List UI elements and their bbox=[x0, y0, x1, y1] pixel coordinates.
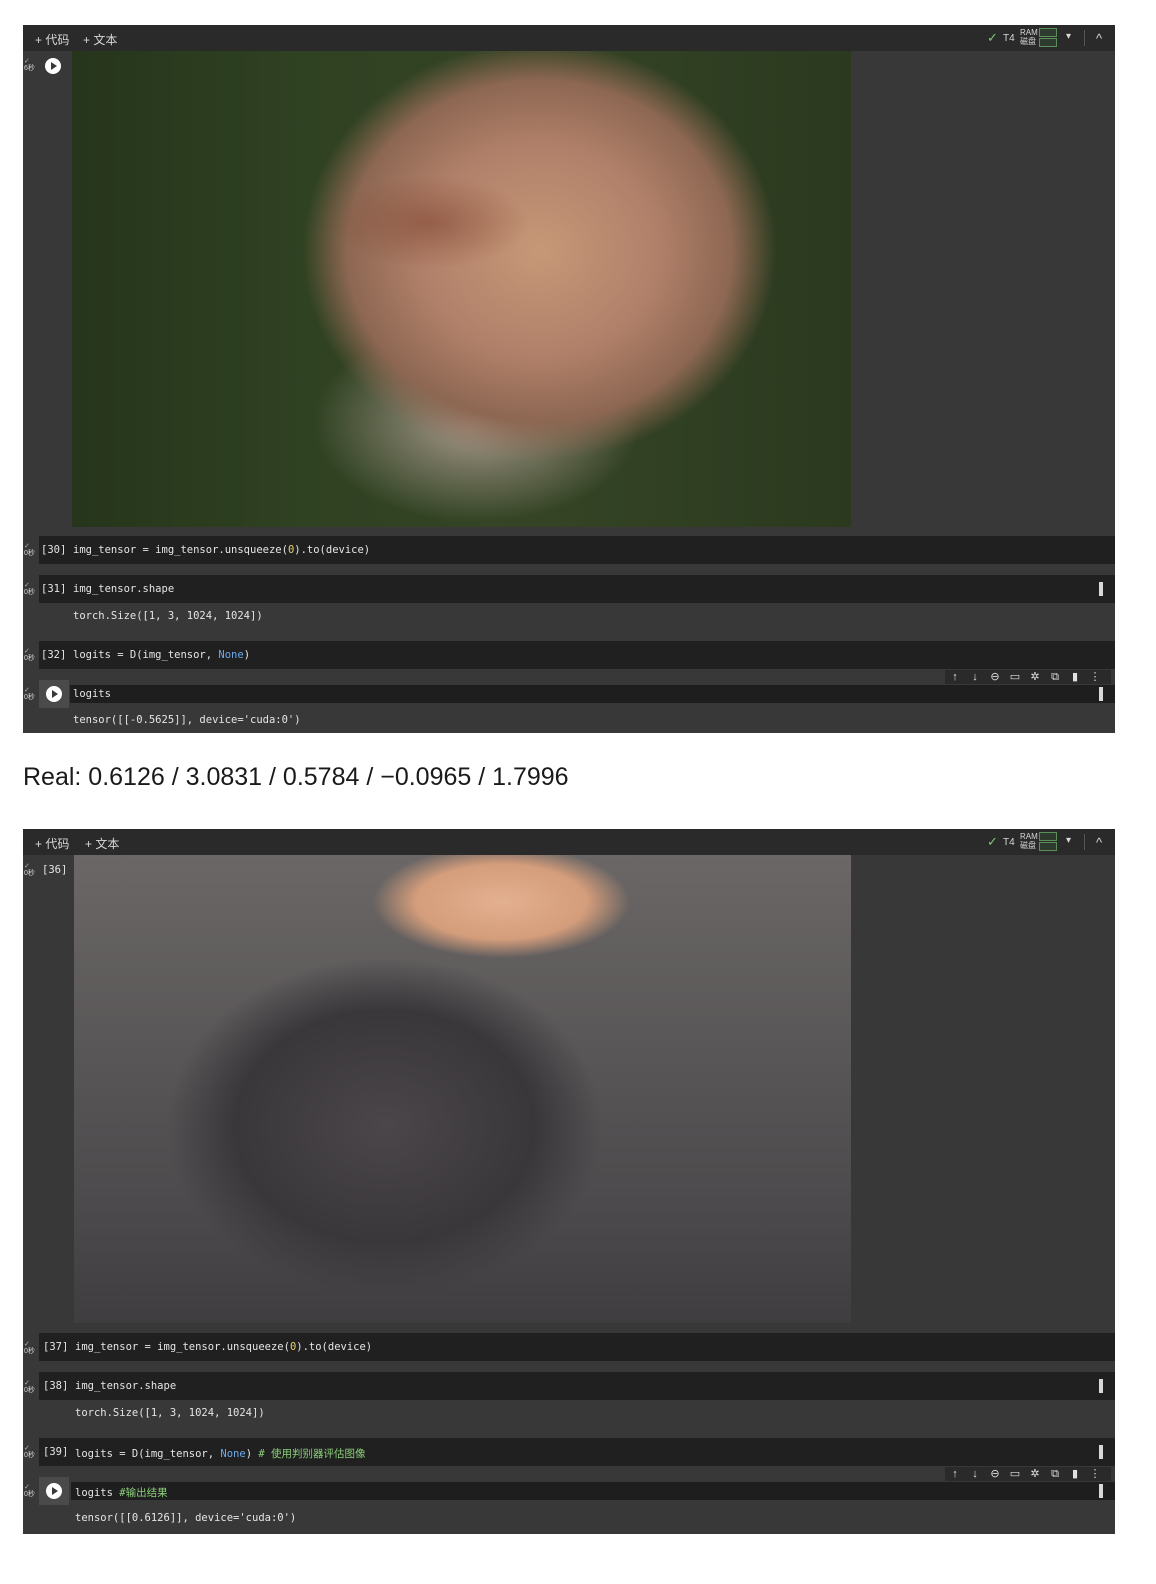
output-image-child bbox=[74, 855, 851, 1323]
settings-icon[interactable]: ✲ bbox=[1025, 670, 1045, 684]
runtime-status[interactable]: ✓ T4 RAM 磁盘 ▾ ^ bbox=[985, 829, 1115, 855]
collapse-chevron-icon[interactable]: ^ bbox=[1096, 31, 1102, 46]
run-cell-button[interactable] bbox=[46, 686, 62, 702]
comment-icon[interactable]: ▭ bbox=[1005, 670, 1025, 684]
output-scroll-handle[interactable] bbox=[1099, 1379, 1103, 1393]
move-up-icon[interactable]: ↑ bbox=[945, 670, 965, 684]
gpu-label: T4 bbox=[1003, 33, 1015, 44]
cell-prompt: [37] bbox=[43, 1341, 69, 1353]
notebook-toolbar: + 代码 + 文本 ✓ T4 RAM 磁盘 ▾ ^ bbox=[23, 25, 1115, 51]
disk-label: 磁盘 bbox=[1020, 841, 1036, 850]
mirror-icon[interactable]: ⧉ bbox=[1045, 670, 1065, 684]
more-icon[interactable]: ⋮ bbox=[1085, 670, 1105, 684]
code-cell[interactable]: [30] img_tensor = img_tensor.unsqueeze(0… bbox=[39, 536, 1115, 564]
output-scroll-handle[interactable] bbox=[1099, 1484, 1103, 1498]
cell-prompt: [36] bbox=[42, 864, 68, 876]
output-scroll-handle[interactable] bbox=[1099, 1445, 1103, 1459]
code-cell-active[interactable]: logits #输出结果 bbox=[71, 1482, 1115, 1500]
more-icon[interactable]: ⋮ bbox=[1085, 1467, 1105, 1481]
cell-prompt: [39] bbox=[43, 1446, 69, 1458]
code-cell-active[interactable]: logits bbox=[70, 685, 1115, 703]
cell-prompt: [38] bbox=[43, 1380, 69, 1392]
add-code-button[interactable]: + 代码 bbox=[35, 31, 69, 48]
cell-output: torch.Size([1, 3, 1024, 1024]) bbox=[75, 1407, 265, 1419]
code-cell[interactable]: [39] logits = D(img_tensor, None) # 使用判别… bbox=[39, 1438, 1115, 1466]
notebook-panel-1: + 代码 + 文本 ✓ T4 RAM 磁盘 ▾ ^ ✓ 6秒 ✓ 0秒 [30] i… bbox=[23, 25, 1115, 733]
cell-status: ✓ 6秒 bbox=[24, 58, 35, 72]
gpu-label: T4 bbox=[1003, 837, 1015, 848]
notebook-toolbar: + 代码 + 文本 ✓ T4 RAM 磁盘 ▾ ^ bbox=[23, 829, 1115, 855]
cell-status: ✓ 0秒 bbox=[24, 582, 35, 596]
cell-prompt: [31] bbox=[41, 583, 67, 595]
code-line: img_tensor.shape bbox=[73, 583, 175, 595]
toolbar-divider bbox=[1084, 30, 1085, 46]
move-down-icon[interactable]: ↓ bbox=[965, 670, 985, 684]
add-code-button[interactable]: + 代码 bbox=[35, 835, 69, 852]
disk-label: 磁盘 bbox=[1020, 37, 1036, 46]
code-line: img_tensor.shape bbox=[75, 1380, 177, 1392]
cell-output: tensor([[0.6126]], device='cuda:0') bbox=[75, 1512, 297, 1524]
cell-status: ✓ 0秒 bbox=[24, 1484, 35, 1498]
cell-status: ✓ 0秒 bbox=[24, 863, 35, 877]
code-line: logits = D(img_tensor, None) bbox=[73, 649, 251, 661]
cell-status: ✓ 0秒 bbox=[24, 687, 35, 701]
code-line: img_tensor = img_tensor.unsqueeze(0).to(… bbox=[73, 544, 371, 556]
delete-icon[interactable]: ▮ bbox=[1065, 670, 1085, 684]
ram-label: RAM bbox=[1020, 832, 1038, 841]
cell-status: ✓ 0秒 bbox=[24, 1341, 35, 1355]
code-cell[interactable]: [38] img_tensor.shape bbox=[39, 1372, 1115, 1400]
ram-usage-bar bbox=[1039, 28, 1057, 37]
cell-prompt: [30] bbox=[41, 544, 67, 556]
code-line: logits = D(img_tensor, None) # 使用判别器评估图像 bbox=[75, 1448, 366, 1460]
runtime-status[interactable]: ✓ T4 RAM 磁盘 ▾ ^ bbox=[985, 25, 1115, 51]
ram-label: RAM bbox=[1020, 28, 1038, 37]
cell-status: ✓ 0秒 bbox=[24, 1380, 35, 1394]
disk-usage-bar bbox=[1039, 842, 1057, 851]
cell-status: ✓ 0秒 bbox=[24, 1445, 35, 1459]
link-icon[interactable]: ⊖ bbox=[985, 1467, 1005, 1481]
cell-prompt: [32] bbox=[41, 649, 67, 661]
comment-icon[interactable]: ▭ bbox=[1005, 1467, 1025, 1481]
mirror-icon[interactable]: ⧉ bbox=[1045, 1467, 1065, 1481]
output-scroll-handle[interactable] bbox=[1099, 687, 1103, 701]
cell-output: torch.Size([1, 3, 1024, 1024]) bbox=[73, 610, 263, 622]
results-caption: Real: 0.6126 / 3.0831 / 0.5784 / −0.0965… bbox=[23, 763, 569, 791]
add-text-button[interactable]: + 文本 bbox=[85, 835, 119, 852]
connected-check-icon: ✓ bbox=[987, 834, 998, 849]
code-cell[interactable]: [37] img_tensor = img_tensor.unsqueeze(0… bbox=[39, 1333, 1115, 1361]
cell-status: ✓ 0秒 bbox=[24, 648, 35, 662]
cell-output: tensor([[-0.5625]], device='cuda:0') bbox=[73, 714, 301, 726]
collapse-chevron-icon[interactable]: ^ bbox=[1096, 835, 1102, 850]
add-text-button[interactable]: + 文本 bbox=[83, 31, 117, 48]
run-cell-button[interactable] bbox=[45, 58, 61, 74]
code-cell[interactable]: [31] img_tensor.shape bbox=[39, 575, 1115, 603]
cell-toolbar[interactable]: ↑ ↓ ⊖ ▭ ✲ ⧉ ▮ ⋮ bbox=[945, 1467, 1111, 1481]
move-up-icon[interactable]: ↑ bbox=[945, 1467, 965, 1481]
output-scroll-handle[interactable] bbox=[1099, 582, 1103, 596]
ram-usage-bar bbox=[1039, 832, 1057, 841]
delete-icon[interactable]: ▮ bbox=[1065, 1467, 1085, 1481]
code-line: logits #输出结果 bbox=[75, 1487, 168, 1499]
disk-usage-bar bbox=[1039, 38, 1057, 47]
run-cell-button[interactable] bbox=[46, 1483, 62, 1499]
link-icon[interactable]: ⊖ bbox=[985, 670, 1005, 684]
notebook-panel-2: + 代码 + 文本 ✓ T4 RAM 磁盘 ▾ ^ ✓ 0秒 [36] ✓ 0秒 [… bbox=[23, 829, 1115, 1534]
code-line: logits bbox=[73, 688, 111, 700]
runtime-dropdown-icon[interactable]: ▾ bbox=[1066, 31, 1071, 42]
output-image-face bbox=[72, 51, 851, 527]
code-cell[interactable]: [32] logits = D(img_tensor, None) bbox=[39, 641, 1115, 669]
cell-status: ✓ 0秒 bbox=[24, 543, 35, 557]
cell-toolbar[interactable]: ↑ ↓ ⊖ ▭ ✲ ⧉ ▮ ⋮ bbox=[945, 670, 1111, 684]
code-line: img_tensor = img_tensor.unsqueeze(0).to(… bbox=[75, 1341, 373, 1353]
connected-check-icon: ✓ bbox=[987, 30, 998, 45]
settings-icon[interactable]: ✲ bbox=[1025, 1467, 1045, 1481]
runtime-dropdown-icon[interactable]: ▾ bbox=[1066, 835, 1071, 846]
toolbar-divider bbox=[1084, 834, 1085, 850]
move-down-icon[interactable]: ↓ bbox=[965, 1467, 985, 1481]
